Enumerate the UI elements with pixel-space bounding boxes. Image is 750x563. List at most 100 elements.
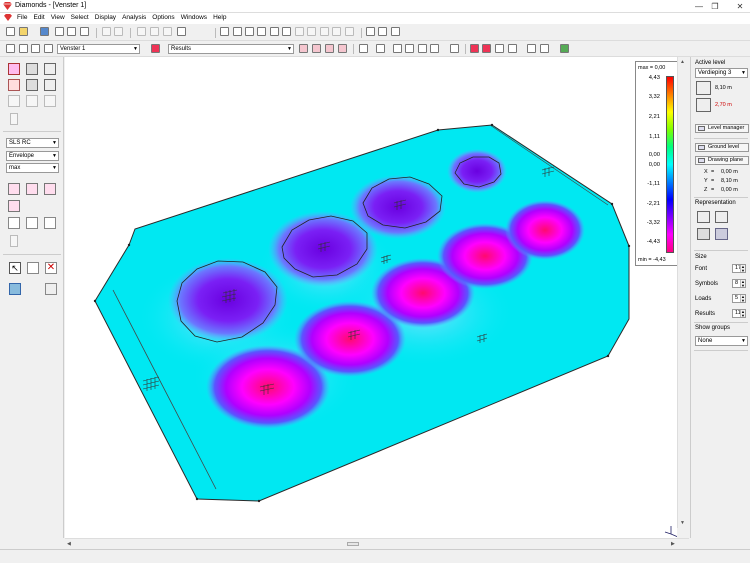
info-icon[interactable] bbox=[10, 113, 18, 125]
rep-shaded-icon[interactable] bbox=[697, 228, 710, 240]
result-contour-icon[interactable] bbox=[312, 44, 321, 53]
steel-icon[interactable] bbox=[257, 27, 266, 36]
time-icon[interactable] bbox=[320, 27, 329, 36]
groups-select[interactable]: None ▼ bbox=[695, 336, 748, 346]
window-tile-icon[interactable] bbox=[19, 44, 28, 53]
close-button[interactable]: ✕ bbox=[733, 1, 747, 12]
copy-grid-icon[interactable] bbox=[137, 27, 146, 36]
stepper-arrows-icon[interactable]: ▲ ▼ bbox=[740, 265, 745, 272]
horizontal-scrollbar[interactable]: ◀ ▶ bbox=[65, 538, 689, 549]
export-icon[interactable] bbox=[80, 27, 89, 36]
drawing-plane-button[interactable]: Drawing plane bbox=[695, 156, 749, 165]
result-values-icon[interactable] bbox=[325, 44, 334, 53]
ground-level-button[interactable]: Ground level bbox=[695, 143, 749, 152]
window-cascade-icon[interactable] bbox=[31, 44, 40, 53]
print-icon[interactable] bbox=[67, 27, 76, 36]
undo-icon[interactable] bbox=[102, 27, 111, 36]
settings-page-icon[interactable] bbox=[527, 44, 536, 53]
menu-display[interactable]: Display bbox=[92, 13, 119, 21]
menu-analysis[interactable]: Analysis bbox=[119, 13, 149, 21]
refresh-icon[interactable] bbox=[560, 44, 569, 53]
mesh-icon[interactable] bbox=[9, 283, 21, 295]
envelope-select[interactable]: Envelope ▼ bbox=[6, 151, 59, 161]
menu-options[interactable]: Options bbox=[149, 13, 177, 21]
info-small-icon[interactable] bbox=[10, 235, 18, 247]
level-manager-button[interactable]: Level manager bbox=[695, 124, 749, 133]
table-icon[interactable] bbox=[295, 27, 304, 36]
delete-cross-icon[interactable]: ✕ bbox=[45, 262, 57, 274]
deformation-icon[interactable] bbox=[8, 183, 20, 195]
open-folder-icon[interactable] bbox=[19, 27, 28, 36]
rep-wireframe-icon[interactable] bbox=[697, 211, 710, 223]
new-file-icon[interactable] bbox=[6, 27, 15, 36]
menu-windows[interactable]: Windows bbox=[178, 13, 210, 21]
result-diagram-icon[interactable] bbox=[299, 44, 308, 53]
window-select[interactable]: Venster 1 ▼ bbox=[57, 44, 140, 54]
results-book-icon[interactable] bbox=[151, 44, 160, 53]
support-icon[interactable] bbox=[8, 79, 20, 91]
window-list-icon[interactable] bbox=[44, 44, 53, 53]
vertical-scrollbar[interactable]: ▲ ▼ bbox=[677, 57, 689, 528]
scroll-thumb[interactable] bbox=[347, 542, 359, 546]
spring-icon[interactable] bbox=[44, 79, 56, 91]
rep-solid-icon[interactable] bbox=[715, 211, 728, 223]
load-combination-select[interactable]: SLS RC ▼ bbox=[6, 138, 59, 148]
zoom-extents-icon[interactable] bbox=[430, 44, 439, 53]
active-level-select[interactable]: Verdieping 3 ▼ bbox=[695, 68, 748, 78]
report-icon[interactable] bbox=[332, 27, 341, 36]
save-icon[interactable] bbox=[40, 27, 49, 36]
plate-icon[interactable] bbox=[26, 63, 38, 75]
load-point-icon[interactable] bbox=[8, 95, 20, 107]
stepper-arrows-icon[interactable]: ▲ ▼ bbox=[740, 295, 745, 302]
export-report-icon[interactable] bbox=[345, 27, 354, 36]
forces-icon[interactable] bbox=[26, 183, 38, 195]
result-settings-icon[interactable] bbox=[338, 44, 347, 53]
load-line-icon[interactable] bbox=[26, 95, 38, 107]
rotate-icon[interactable] bbox=[376, 44, 385, 53]
align-right-icon[interactable] bbox=[391, 27, 400, 36]
scroll-right-icon[interactable]: ▶ bbox=[671, 541, 675, 547]
calc-icon[interactable] bbox=[307, 27, 316, 36]
reactions-icon[interactable] bbox=[8, 200, 20, 212]
align-center-icon[interactable] bbox=[378, 27, 387, 36]
align-left-icon[interactable] bbox=[366, 27, 375, 36]
section-view-icon[interactable] bbox=[495, 44, 504, 53]
font-size-stepper[interactable]: 17 ▲ ▼ bbox=[732, 264, 746, 273]
maximize-button[interactable]: ❐ bbox=[708, 1, 722, 12]
stepper-arrows-icon[interactable]: ▲ ▼ bbox=[740, 280, 745, 287]
delete-grid-icon[interactable] bbox=[163, 27, 172, 36]
scroll-left-icon[interactable]: ◀ bbox=[67, 541, 71, 547]
scroll-down-icon[interactable]: ▼ bbox=[680, 520, 685, 526]
stress-icon[interactable] bbox=[44, 183, 56, 195]
member-icon[interactable] bbox=[8, 63, 20, 75]
wall-icon[interactable] bbox=[44, 63, 56, 75]
menu-select[interactable]: Select bbox=[68, 13, 92, 21]
check-icon[interactable] bbox=[282, 27, 291, 36]
symbols-size-stepper[interactable]: 8 ▲ ▼ bbox=[732, 279, 746, 288]
print-preview-icon[interactable] bbox=[55, 27, 64, 36]
load-area-icon[interactable] bbox=[44, 95, 56, 107]
menu-file[interactable]: File bbox=[14, 13, 30, 21]
measure-icon[interactable] bbox=[450, 44, 459, 53]
window-icon[interactable] bbox=[6, 44, 15, 53]
zoom-in-icon[interactable] bbox=[418, 44, 427, 53]
filter-red-icon[interactable] bbox=[482, 44, 491, 53]
hide-icon[interactable] bbox=[508, 44, 517, 53]
menu-view[interactable]: View bbox=[48, 13, 68, 21]
rep-render-icon[interactable] bbox=[715, 228, 728, 240]
select-line-icon[interactable] bbox=[27, 262, 39, 274]
pointer-icon[interactable]: ↖ bbox=[9, 262, 21, 274]
results-select[interactable]: Results ▼ bbox=[168, 44, 294, 54]
redo-icon[interactable] bbox=[114, 27, 123, 36]
app-menu-icon[interactable] bbox=[4, 14, 12, 21]
paste-grid-icon[interactable] bbox=[150, 27, 159, 36]
design-icon[interactable] bbox=[8, 217, 20, 229]
scroll-up-icon[interactable]: ▲ bbox=[680, 59, 685, 65]
options-page-icon[interactable] bbox=[540, 44, 549, 53]
minimize-button[interactable]: — bbox=[692, 1, 706, 12]
stepper-arrows-icon[interactable]: ▲ ▼ bbox=[740, 310, 745, 317]
maxmin-select[interactable]: max ▼ bbox=[6, 163, 59, 173]
measure-plane-icon[interactable] bbox=[45, 283, 57, 295]
grid-icon[interactable] bbox=[177, 27, 186, 36]
model-viewport[interactable] bbox=[65, 57, 679, 538]
